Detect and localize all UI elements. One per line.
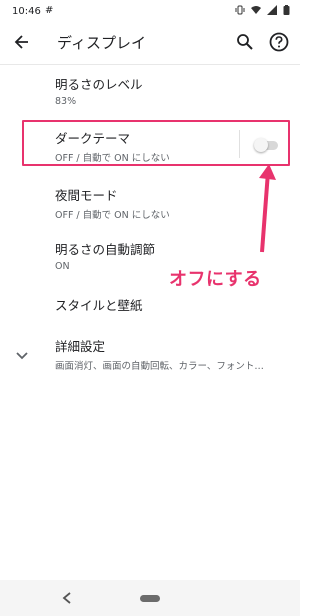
nav-back-triangle-icon[interactable] [60,590,74,606]
home-pill-icon[interactable] [140,595,160,602]
dark-theme-toggle[interactable] [254,138,280,152]
brightness-level-setting[interactable]: 明るさのレベル 83% [55,74,143,107]
help-circle-icon[interactable] [268,31,290,53]
auto-brightness-setting[interactable]: 明るさの自動調節 ON [55,239,155,272]
setting-title: スタイルと壁紙 [55,298,143,313]
chevron-down-icon[interactable] [14,348,30,364]
setting-title: 詳細設定 [55,339,106,354]
app-bar: ディスプレイ [0,24,300,60]
wifi-icon [251,6,261,14]
setting-title: 明るさの自動調節 [55,242,156,257]
app-bar-divider [0,64,300,65]
advanced-setting[interactable]: 詳細設定 画面消灯、画面の自動回転、カラー、フォント… [55,336,264,372]
setting-title: 夜間モード [55,188,118,203]
setting-summary: 画面消灯、画面の自動回転、カラー、フォント… [55,361,264,372]
annotation-text: オフにする [169,269,262,290]
page-title: ディスプレイ [57,34,146,52]
setting-summary: ON [55,261,70,272]
status-icons [235,5,290,15]
setting-summary: 83% [55,96,77,107]
setting-title: ダークテーマ [55,131,131,146]
status-time: 10:46 [12,6,41,17]
status-bar: 10:46 # [0,0,300,24]
signal-icon [267,5,277,15]
toggle-knob [254,138,268,152]
style-wallpaper-setting[interactable]: スタイルと壁紙 [55,295,143,314]
night-mode-setting[interactable]: 夜間モード OFF / 自動で ON にしない [55,185,170,221]
setting-summary: OFF / 自動で ON にしない [55,153,170,164]
toggle-divider [239,130,240,158]
setting-title: 明るさのレベル [55,77,143,92]
search-icon[interactable] [235,32,255,52]
vibrate-icon [235,5,245,15]
arrow-left-icon[interactable] [12,32,32,52]
annotation-arrow [259,164,276,253]
slack-notification-icon: # [45,5,54,16]
dark-theme-setting[interactable]: ダークテーマ OFF / 自動で ON にしない [55,128,170,164]
system-nav-bar [0,580,300,616]
battery-icon [283,5,290,15]
setting-summary: OFF / 自動で ON にしない [55,210,170,221]
